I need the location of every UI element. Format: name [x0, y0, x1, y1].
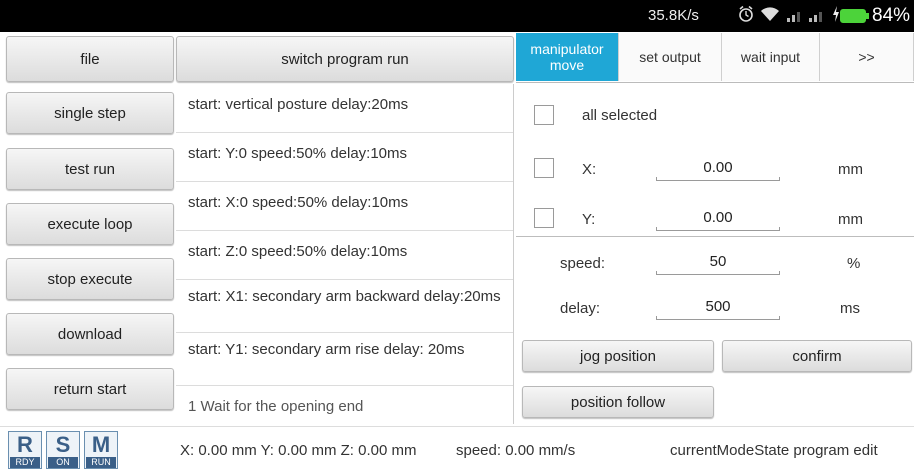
all-selected-checkbox[interactable]: [534, 105, 554, 125]
tab-bar: manipulator move set output wait input >…: [516, 33, 914, 83]
mode-letter: S: [55, 432, 71, 457]
x-input[interactable]: 0.00: [656, 159, 780, 181]
x-unit: mm: [838, 161, 863, 178]
speed-readout: speed: 0.00 mm/s: [456, 442, 576, 459]
signal-icon: [786, 8, 804, 26]
execute-loop-button[interactable]: execute loop: [6, 203, 174, 245]
divider: [516, 236, 914, 237]
program-list[interactable]: start: vertical posture delay:20ms start…: [176, 84, 514, 424]
alarm-icon: [738, 5, 754, 27]
servo-on-indicator[interactable]: S ON: [46, 431, 80, 469]
download-button[interactable]: download: [6, 313, 174, 355]
run-mode-indicator[interactable]: M RUN: [84, 431, 118, 469]
mode-letter: R: [17, 432, 33, 457]
x-checkbox[interactable]: [534, 158, 554, 178]
confirm-button[interactable]: confirm: [722, 340, 912, 372]
status-bar: 35.8K/s 84%: [0, 0, 914, 32]
all-selected-label: all selected: [582, 107, 658, 124]
wifi-icon: [760, 5, 780, 27]
y-checkbox[interactable]: [534, 208, 554, 228]
tab-more[interactable]: >>: [820, 33, 914, 81]
file-button[interactable]: file: [6, 36, 174, 82]
tab-wait-input[interactable]: wait input: [722, 33, 820, 81]
delay-input[interactable]: 500: [656, 298, 780, 320]
coordinates-readout: X: 0.00 mm Y: 0.00 mm Z: 0.00 mm: [180, 442, 417, 459]
speed-input[interactable]: 50: [656, 253, 780, 275]
list-item[interactable]: 1 Wait for the opening end: [176, 386, 513, 424]
test-run-button[interactable]: test run: [6, 148, 174, 190]
mode-sub: RDY: [10, 457, 40, 468]
stop-execute-button[interactable]: stop execute: [6, 258, 174, 300]
charging-icon: [832, 5, 840, 27]
position-follow-button[interactable]: position follow: [522, 386, 714, 418]
speed-label: speed:: [560, 255, 606, 272]
signal-icon: [808, 8, 826, 26]
network-speed: 35.8K/s: [648, 7, 699, 24]
list-item[interactable]: start: X1: secondary arm backward delay:…: [176, 280, 513, 333]
bottom-status-bar: R RDY S ON M RUN X: 0.00 mm Y: 0.00 mm Z…: [0, 426, 914, 470]
list-item[interactable]: start: Z:0 speed:50% delay:10ms: [176, 231, 513, 280]
y-input[interactable]: 0.00: [656, 209, 780, 231]
x-label: X:: [582, 161, 597, 178]
ready-mode-indicator[interactable]: R RDY: [8, 431, 42, 469]
mode-sub: RUN: [86, 457, 116, 468]
speed-unit: %: [847, 255, 861, 272]
y-label: Y:: [582, 211, 596, 228]
battery-percent: 84%: [872, 5, 911, 26]
mode-sub: ON: [48, 457, 78, 468]
tab-manipulator-move[interactable]: manipulator move: [516, 33, 619, 81]
single-step-button[interactable]: single step: [6, 92, 174, 134]
tab-set-output[interactable]: set output: [619, 33, 722, 81]
list-item[interactable]: start: vertical posture delay:20ms: [176, 84, 513, 133]
list-item[interactable]: start: Y1: secondary arm rise delay: 20m…: [176, 333, 513, 386]
switch-program-run-button[interactable]: switch program run: [176, 36, 514, 82]
list-item[interactable]: start: Y:0 speed:50% delay:10ms: [176, 133, 513, 182]
jog-position-button[interactable]: jog position: [522, 340, 714, 372]
delay-unit: ms: [840, 300, 860, 317]
manipulator-move-panel: all selected X: 0.00 mm Y: 0.00 mm speed…: [516, 84, 914, 424]
battery-icon: [840, 9, 869, 23]
y-unit: mm: [838, 211, 863, 228]
mode-state-readout: currentModeState program edit: [670, 442, 878, 459]
return-start-button[interactable]: return start: [6, 368, 174, 410]
list-item[interactable]: start: X:0 speed:50% delay:10ms: [176, 182, 513, 231]
delay-label: delay:: [560, 300, 601, 317]
mode-letter: M: [91, 432, 111, 457]
